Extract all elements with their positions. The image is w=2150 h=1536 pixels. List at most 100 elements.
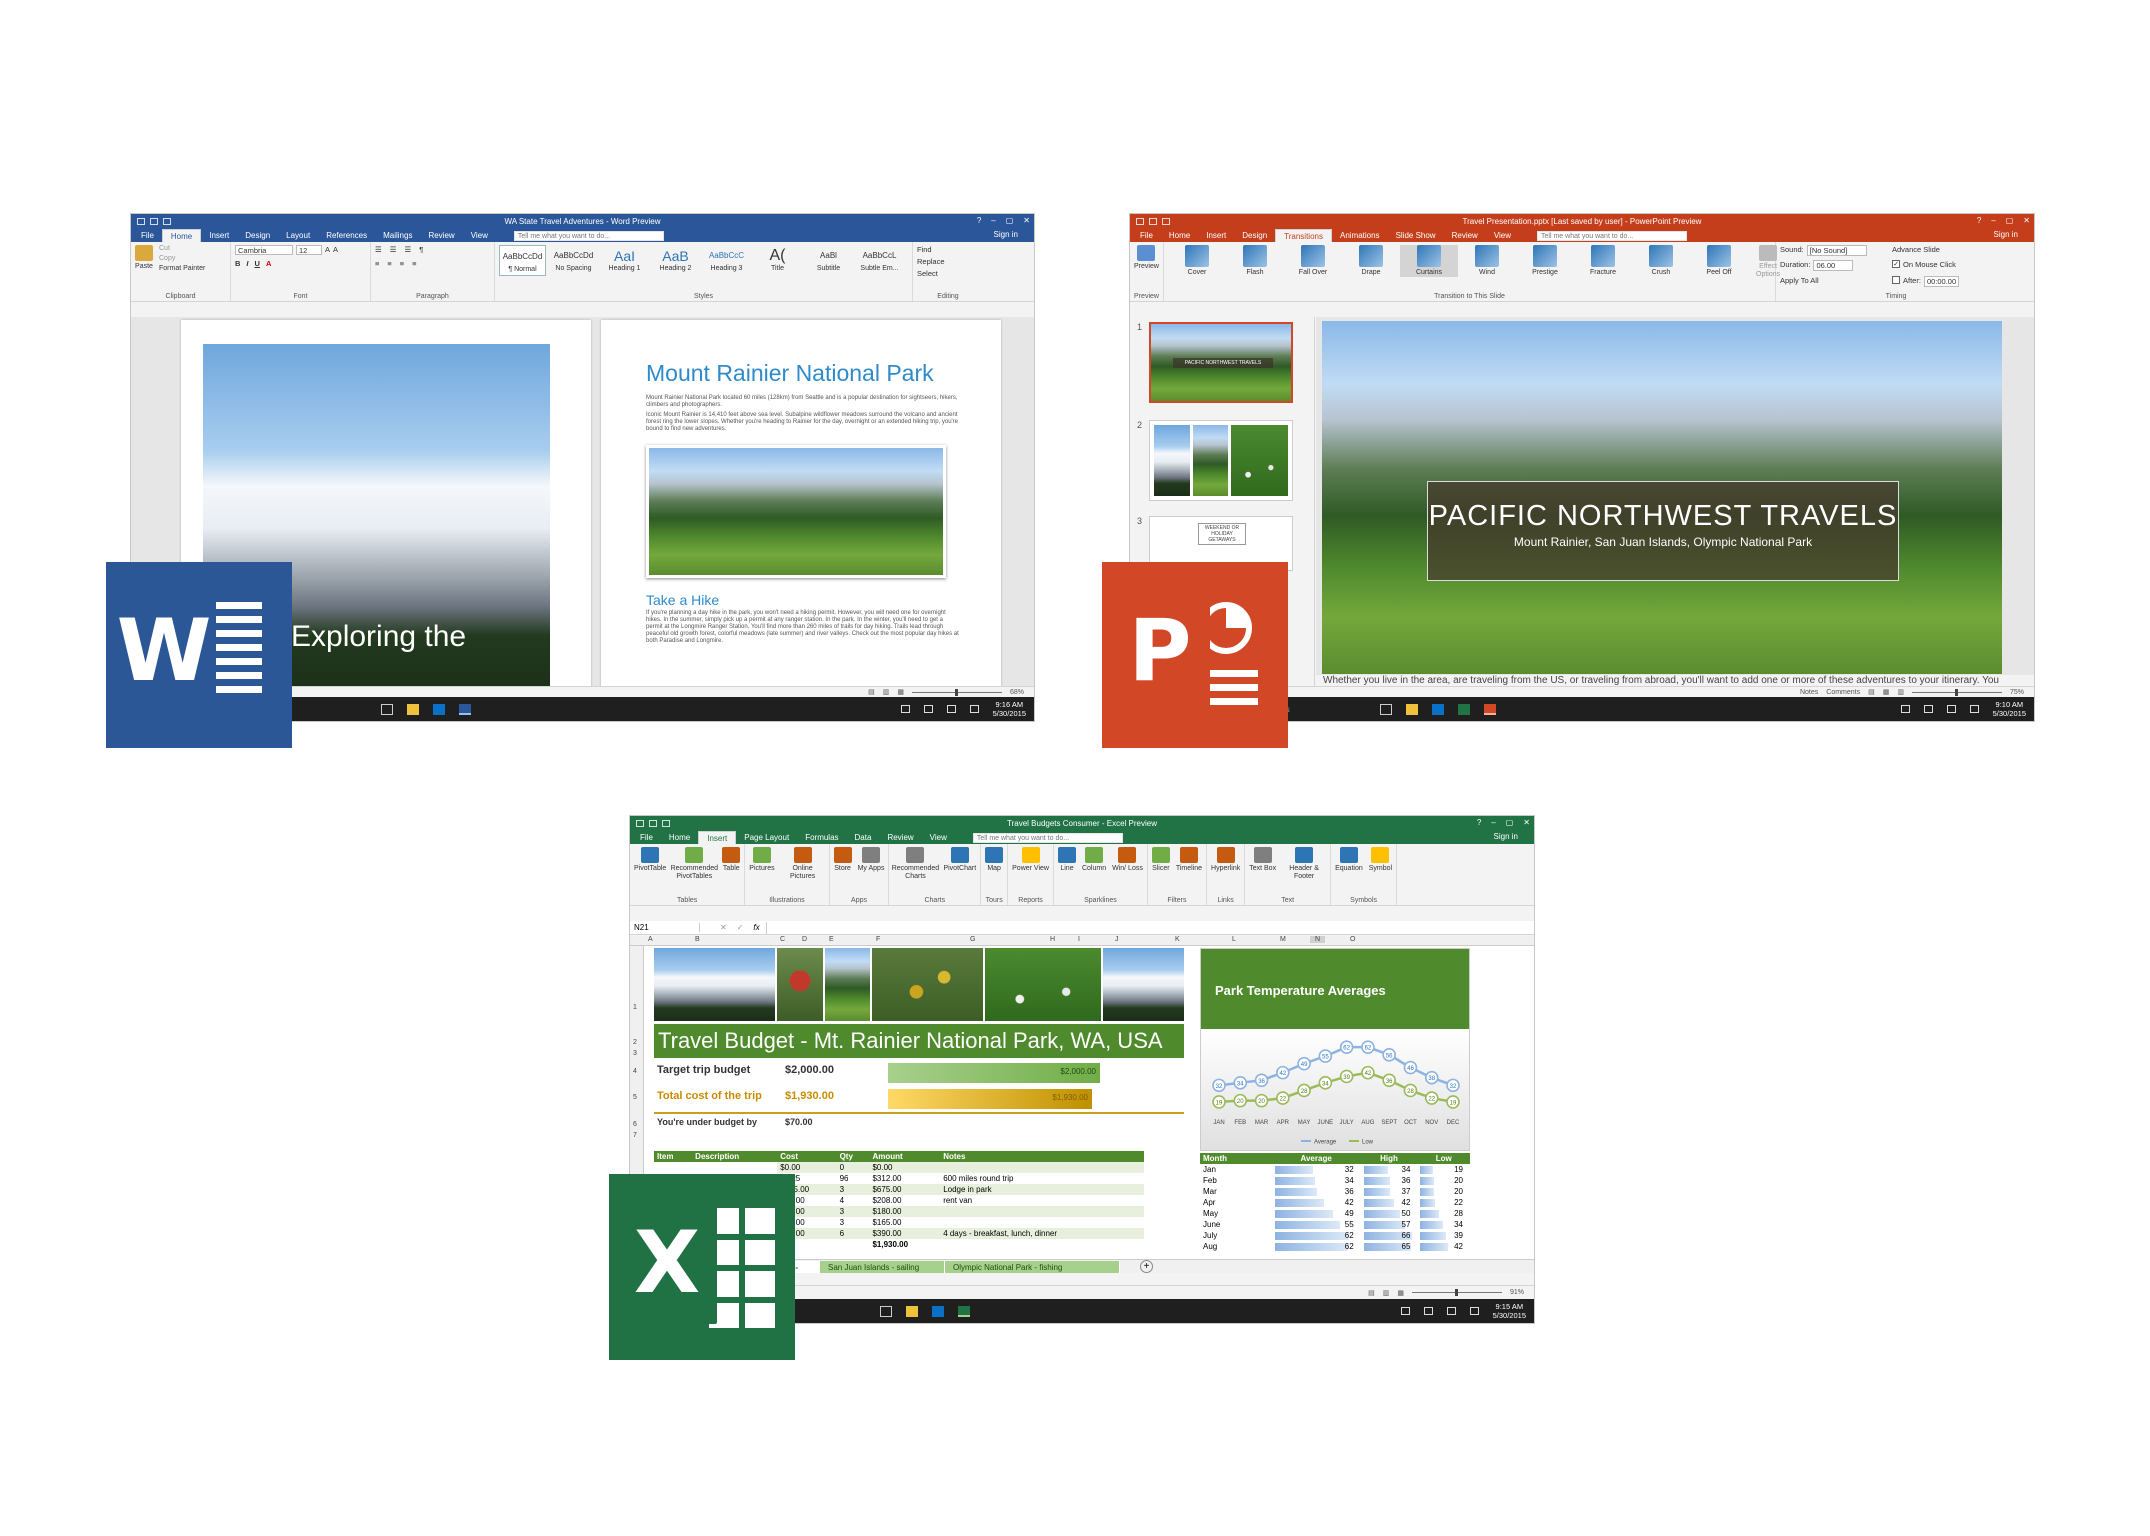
row-header[interactable]: 6	[633, 1121, 637, 1128]
temp-table-cell[interactable]: Apr	[1200, 1197, 1272, 1208]
table-header[interactable]: Qty	[836, 1151, 870, 1162]
table-cell[interactable]: Lodge in park	[940, 1184, 1144, 1195]
table-cell[interactable]: 96	[837, 1173, 870, 1184]
tab-home[interactable]: Home	[661, 831, 698, 844]
main-slide[interactable]: PACIFIC NORTHWEST TRAVELS Mount Rainier,…	[1322, 321, 2002, 674]
table-header[interactable]: Description	[692, 1151, 778, 1162]
transition-wind[interactable]: Wind	[1458, 245, 1516, 277]
tell-me-input[interactable]: Tell me what you want to do...	[1537, 230, 1688, 241]
add-sheet-button[interactable]: +	[1140, 1260, 1153, 1273]
tab-review[interactable]: Review	[1444, 229, 1486, 242]
network-icon[interactable]	[923, 705, 933, 713]
select-button[interactable]: Select	[917, 269, 938, 278]
text-box-button[interactable]: Text Box	[1249, 847, 1276, 873]
cut-button[interactable]: Cut	[159, 245, 205, 252]
formula-input[interactable]	[765, 921, 1534, 934]
after-checkbox[interactable]	[1892, 275, 1900, 284]
row-header[interactable]: 1	[633, 1004, 637, 1011]
tab-insert[interactable]: Insert	[1198, 229, 1234, 242]
column-header[interactable]: N	[1310, 936, 1326, 943]
style-4[interactable]: AaBbCcC Heading 3	[703, 245, 750, 276]
temp-table-cell[interactable]: Aug	[1200, 1241, 1272, 1252]
store-button[interactable]: Store	[833, 847, 852, 873]
maximize-icon[interactable]: ▢	[1506, 818, 1514, 827]
pilcrow-icon[interactable]: ¶	[419, 245, 423, 254]
close-icon[interactable]: ✕	[1023, 216, 1030, 225]
help-icon[interactable]: ?	[1477, 818, 1481, 827]
under-budget-label[interactable]: You're under budget by	[657, 1117, 757, 1127]
target-label[interactable]: Target trip budget	[657, 1064, 750, 1076]
total-value[interactable]: $1,930.00	[785, 1090, 834, 1102]
help-icon[interactable]: ?	[977, 216, 981, 225]
temp-table-cell[interactable]: 39	[1417, 1230, 1470, 1241]
transition-prestige[interactable]: Prestige	[1516, 245, 1574, 277]
temp-table-header[interactable]: Average	[1271, 1153, 1361, 1164]
outlook-icon[interactable]	[931, 1305, 944, 1317]
zoom-level[interactable]: 68%	[1010, 689, 1024, 696]
tab-design[interactable]: Design	[1234, 229, 1275, 242]
table-cell[interactable]: $0.00	[869, 1162, 941, 1173]
table-cell[interactable]: 6	[836, 1228, 870, 1239]
temp-table-cell[interactable]: 22	[1417, 1197, 1470, 1208]
column-header[interactable]: E	[829, 936, 834, 943]
row-header[interactable]: 4	[633, 1068, 637, 1075]
temp-table-cell[interactable]: 19	[1417, 1164, 1470, 1175]
transition-peel-off[interactable]: Peel Off	[1690, 245, 1748, 277]
shrink-font-button[interactable]: A	[333, 245, 338, 255]
temp-table-cell[interactable]: 28	[1417, 1208, 1470, 1219]
temp-table-cell[interactable]: 36	[1271, 1186, 1361, 1197]
table-cell[interactable]: $390.00	[869, 1228, 941, 1239]
normal-view-icon[interactable]: ▤	[1868, 688, 1875, 696]
tab-animations[interactable]: Animations	[1332, 229, 1388, 242]
symbol-button[interactable]: Symbol	[1369, 847, 1392, 873]
tell-me-input[interactable]: Tell me what you want to do...	[513, 230, 664, 241]
sheet-tab[interactable]: Olympic National Park - fishing	[945, 1261, 1120, 1273]
temp-table-header[interactable]: Month	[1200, 1153, 1272, 1164]
table-header[interactable]: Notes	[940, 1151, 1144, 1162]
tab-design[interactable]: Design	[237, 229, 278, 242]
total-label[interactable]: Total cost of the trip	[657, 1090, 762, 1102]
column-header[interactable]: K	[1175, 936, 1180, 943]
row-header[interactable]: 7	[633, 1132, 637, 1139]
temp-table-header[interactable]: Low	[1417, 1153, 1470, 1164]
bold-button[interactable]: B	[235, 259, 240, 268]
slide-thumbnail-1[interactable]: PACIFIC NORTHWEST TRAVELS	[1149, 322, 1293, 403]
network-icon[interactable]	[1423, 1307, 1433, 1315]
temp-table-cell[interactable]: 62	[1271, 1230, 1361, 1241]
column-header[interactable]: D	[802, 936, 807, 943]
numbering-icon[interactable]: ☰	[390, 245, 397, 254]
page-break-icon[interactable]: ▦	[1397, 1289, 1404, 1297]
transition-cover[interactable]: Cover	[1168, 245, 1226, 277]
clock[interactable]: 9:10 AM 5/30/2015	[1993, 700, 2026, 718]
italic-button[interactable]: I	[246, 259, 248, 268]
name-box[interactable]: N21	[630, 923, 700, 932]
tab-file[interactable]: File	[133, 229, 162, 242]
volume-icon[interactable]	[946, 705, 956, 713]
budget-heading[interactable]: Travel Budget - Mt. Rainier National Par…	[654, 1024, 1184, 1058]
temp-table-cell[interactable]: 49	[1271, 1208, 1361, 1219]
tab-references[interactable]: References	[318, 229, 375, 242]
close-icon[interactable]: ✕	[2023, 216, 2030, 225]
temp-table-cell[interactable]: 62	[1271, 1241, 1361, 1252]
table-cell[interactable]: $208.00	[869, 1195, 940, 1206]
word-taskbar-icon[interactable]	[458, 703, 471, 715]
temp-table-cell[interactable]: 42	[1271, 1197, 1361, 1208]
power-view-button[interactable]: Power View	[1012, 847, 1049, 873]
tab-home[interactable]: Home	[161, 229, 202, 242]
undo-icon[interactable]	[1149, 218, 1157, 225]
tab-insert[interactable]: Insert	[698, 831, 737, 844]
transition-crush[interactable]: Crush	[1632, 245, 1690, 277]
notes-button[interactable]: Notes	[1800, 689, 1818, 696]
slicer-button[interactable]: Slicer	[1151, 847, 1170, 873]
temp-table-cell[interactable]: 42	[1417, 1241, 1470, 1252]
table-cell[interactable]: 600 miles round trip	[940, 1173, 1144, 1184]
table-cell[interactable]	[940, 1217, 1144, 1228]
table-cell[interactable]: $1,930.00	[869, 1239, 940, 1250]
maximize-icon[interactable]: ▢	[1006, 216, 1014, 225]
temp-table-cell[interactable]: June	[1200, 1219, 1272, 1230]
redo-icon[interactable]	[1162, 218, 1170, 225]
zoom-level[interactable]: 75%	[2010, 689, 2024, 696]
on-mouse-click-checkbox[interactable]: ✓	[1892, 260, 1900, 269]
sign-in-link[interactable]: Sign in	[1494, 832, 1518, 841]
table-cell[interactable]: $180.00	[869, 1206, 941, 1217]
